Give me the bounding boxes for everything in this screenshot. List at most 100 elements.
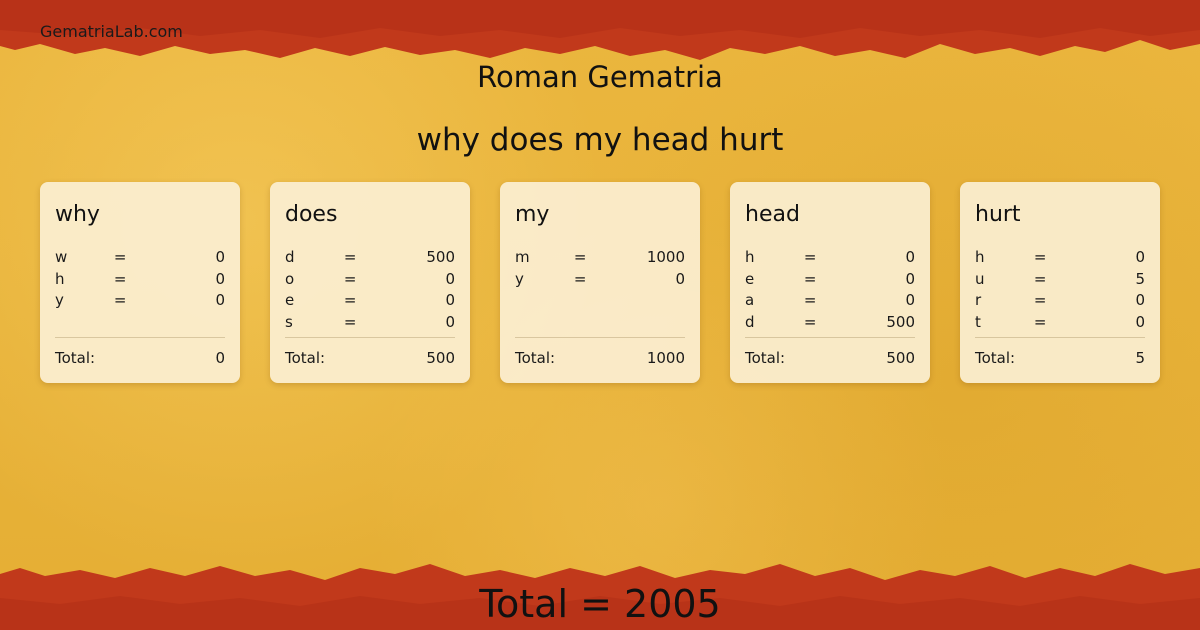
letter-value: 0 xyxy=(1135,247,1145,266)
letter-rows: h = 0 u = 5 r = 0 t = 0 xyxy=(975,246,1145,333)
equals-sign: = xyxy=(343,291,357,310)
equals-sign: = xyxy=(1033,247,1047,266)
letter-value: 0 xyxy=(445,312,455,331)
card-divider xyxy=(285,337,455,338)
equals-sign: = xyxy=(343,312,357,331)
letter: h xyxy=(55,269,65,288)
letter-row: y = 0 xyxy=(55,289,225,311)
letter-row: m = 1000 xyxy=(515,246,685,268)
letter-value: 0 xyxy=(215,247,225,266)
letter: h xyxy=(745,247,755,266)
letter-value: 0 xyxy=(905,247,915,266)
card-divider xyxy=(515,337,685,338)
total-label: Total: xyxy=(515,349,556,367)
letter-row: h = 0 xyxy=(975,246,1145,268)
card-total: Total: 500 xyxy=(285,349,455,367)
equals-sign: = xyxy=(113,291,127,310)
word-card: why w = 0 h = 0 y = 0 Total: 0 xyxy=(40,182,240,383)
equals-sign: = xyxy=(573,247,587,266)
grand-total: Total = 2005 xyxy=(479,582,721,626)
equals-sign: = xyxy=(803,269,817,288)
equals-sign: = xyxy=(803,291,817,310)
letter-rows: d = 500 o = 0 e = 0 s = 0 xyxy=(285,246,455,333)
card-word: head xyxy=(745,202,800,227)
card-divider xyxy=(745,337,915,338)
letter-rows: m = 1000 y = 0 xyxy=(515,246,685,289)
word-card: my m = 1000 y = 0 Total: 1000 xyxy=(500,182,700,383)
equals-sign: = xyxy=(343,247,357,266)
card-divider xyxy=(55,337,225,338)
card-total: Total: 5 xyxy=(975,349,1145,367)
letter: d xyxy=(745,312,755,331)
word-card: head h = 0 e = 0 a = 0 d = 500 Total: 500 xyxy=(730,182,930,383)
total-value: 0 xyxy=(215,349,225,367)
letter-row: h = 0 xyxy=(55,268,225,290)
equals-sign: = xyxy=(573,269,587,288)
letter-value: 0 xyxy=(445,291,455,310)
letter-row: t = 0 xyxy=(975,311,1145,333)
letter: a xyxy=(745,291,755,310)
equals-sign: = xyxy=(343,269,357,288)
site-name-link[interactable]: GematriaLab.com xyxy=(40,22,183,41)
card-word: my xyxy=(515,202,550,227)
letter-value: 500 xyxy=(886,312,915,331)
letter-rows: h = 0 e = 0 a = 0 d = 500 xyxy=(745,246,915,333)
card-total: Total: 0 xyxy=(55,349,225,367)
word-card: hurt h = 0 u = 5 r = 0 t = 0 Total: 5 xyxy=(960,182,1160,383)
letter: y xyxy=(55,291,64,310)
letter: e xyxy=(745,269,755,288)
total-value: 500 xyxy=(886,349,915,367)
equals-sign: = xyxy=(113,247,127,266)
equals-sign: = xyxy=(803,312,817,331)
letter: s xyxy=(285,312,293,331)
card-divider xyxy=(975,337,1145,338)
letter-row: y = 0 xyxy=(515,268,685,290)
letter-value: 0 xyxy=(675,269,685,288)
letter-row: e = 0 xyxy=(745,268,915,290)
total-label: Total: xyxy=(55,349,96,367)
letter: e xyxy=(285,291,295,310)
letter-row: h = 0 xyxy=(745,246,915,268)
equals-sign: = xyxy=(803,247,817,266)
letter: h xyxy=(975,247,985,266)
equals-sign: = xyxy=(113,269,127,288)
letter-row: o = 0 xyxy=(285,268,455,290)
letter-value: 0 xyxy=(215,291,225,310)
total-label: Total: xyxy=(975,349,1016,367)
letter-row: a = 0 xyxy=(745,289,915,311)
letter-row: r = 0 xyxy=(975,289,1145,311)
letter: t xyxy=(975,312,981,331)
letter-value: 0 xyxy=(215,269,225,288)
total-label: Total: xyxy=(745,349,786,367)
page-title: Roman Gematria xyxy=(477,60,723,94)
letter: u xyxy=(975,269,985,288)
letter: d xyxy=(285,247,295,266)
total-value: 1000 xyxy=(646,349,685,367)
total-value: 5 xyxy=(1135,349,1145,367)
card-word: hurt xyxy=(975,202,1021,227)
letter-value: 0 xyxy=(445,269,455,288)
letter-value: 1000 xyxy=(646,247,685,266)
letter-row: s = 0 xyxy=(285,311,455,333)
phrase-heading: why does my head hurt xyxy=(416,122,784,158)
letter-value: 5 xyxy=(1135,269,1145,288)
letter-row: w = 0 xyxy=(55,246,225,268)
letter: r xyxy=(975,291,982,310)
letter-row: e = 0 xyxy=(285,289,455,311)
card-total: Total: 1000 xyxy=(515,349,685,367)
card-word: why xyxy=(55,202,100,227)
letter: o xyxy=(285,269,295,288)
word-cards: why w = 0 h = 0 y = 0 Total: 0 does d = 500 o = 0 e… xyxy=(40,182,1160,383)
word-card: does d = 500 o = 0 e = 0 s = 0 Total: 500 xyxy=(270,182,470,383)
letter-value: 0 xyxy=(905,269,915,288)
equals-sign: = xyxy=(1033,291,1047,310)
letter-value: 0 xyxy=(1135,312,1145,331)
letter-row: d = 500 xyxy=(745,311,915,333)
letter-rows: w = 0 h = 0 y = 0 xyxy=(55,246,225,311)
letter-value: 0 xyxy=(905,291,915,310)
equals-sign: = xyxy=(1033,312,1047,331)
letter: w xyxy=(55,247,68,266)
letter-row: u = 5 xyxy=(975,268,1145,290)
letter: m xyxy=(515,247,530,266)
letter-row: d = 500 xyxy=(285,246,455,268)
